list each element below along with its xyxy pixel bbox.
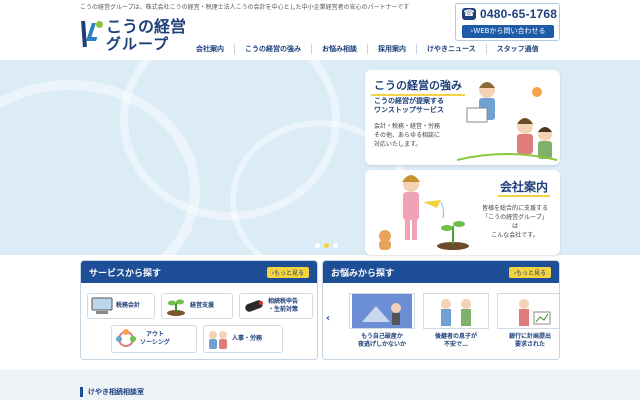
- worries-panel-title: お悩みから探す: [331, 268, 395, 279]
- sprout-icon: [162, 294, 190, 318]
- tagline: こうの経営グループは、株式会社こうの経営・税理士法人こうの会計を中心とした中小企…: [80, 4, 410, 11]
- slider-dot-active[interactable]: [324, 243, 329, 248]
- worried-man-icon: [349, 293, 415, 329]
- nav-item-news[interactable]: けやきニュース: [417, 44, 487, 54]
- slider-dot[interactable]: [333, 243, 338, 248]
- strengths-card[interactable]: こうの経営の強み こうの経営が提案する ワンストップサービス 会計・税務・経営・…: [365, 70, 560, 165]
- strengths-card-subtitle: こうの経営が提案する ワンストップサービス: [374, 97, 444, 114]
- services-panel-title: サービスから探す: [89, 268, 162, 279]
- inheritance-consult-heading[interactable]: けやき相続相談室: [80, 387, 144, 397]
- site-logo[interactable]: こうの経営 グループ: [80, 15, 190, 55]
- family-icon: [423, 293, 489, 329]
- service-management-support[interactable]: 経営支援: [161, 293, 233, 319]
- nav-item-consult[interactable]: お悩み相談: [312, 44, 368, 54]
- company-card-title: 会社案内: [497, 178, 550, 197]
- scroll-icon: [240, 294, 268, 318]
- services-panel-header: サービスから探す ›もっと見る: [81, 261, 317, 283]
- logo-text-line1: こうの経営: [106, 16, 187, 36]
- service-tax-accounting[interactable]: 税務会計: [87, 293, 155, 319]
- worries-panel: お悩みから探す ›もっと見る ‹ › もう自己破産か夜逃げしかないか 後継者の息…: [322, 260, 560, 360]
- worries-more-button[interactable]: ›もっと見る: [508, 266, 551, 278]
- successor-caption-line1: 後継者の息子が: [434, 333, 477, 340]
- web-contact-label: WEBから問い合わせる: [473, 27, 546, 35]
- gardener-illustration-icon: [379, 175, 469, 250]
- logo-text-line2: グループ: [106, 34, 170, 53]
- phone-number-text: 0480-65-1768: [480, 7, 558, 21]
- slider-dots: [315, 243, 338, 248]
- computer-icon: [88, 294, 116, 318]
- inheritance-label-line1: 相続税申告: [268, 298, 299, 305]
- bank-caption-line1: 銀行に計画提出: [508, 333, 551, 340]
- phone-icon: ☎: [462, 8, 476, 20]
- nav-item-staff[interactable]: スタッフ通信: [487, 44, 549, 54]
- nav-item-company[interactable]: 会社案内: [186, 44, 235, 54]
- worries-panel-header: お悩みから探す ›もっと見る: [323, 261, 559, 283]
- nav-item-strengths[interactable]: こうの経営の強み: [235, 44, 312, 54]
- worry-item-successor[interactable]: 後継者の息子が 不安で…: [423, 293, 489, 349]
- company-card-body: 皆様を総合的に支援する 「こうの経営グループ」は こんな会社です。: [481, 205, 548, 239]
- service-inheritance[interactable]: 相続税申告 ・生前対策: [239, 293, 313, 319]
- consultants-illustration-icon: [457, 82, 557, 161]
- bankruptcy-caption-line1: もう自己破産か: [361, 333, 403, 340]
- main-nav: 会社案内 こうの経営の強み お悩み相談 採用案内 けやきニュース スタッフ通信: [186, 44, 549, 54]
- worry-item-bank-plan[interactable]: 銀行に計画提出 要求された: [497, 293, 559, 349]
- successor-caption-line2: 不安で…: [443, 341, 468, 348]
- outsourcing-label-line2: ソーシング: [140, 339, 170, 346]
- company-card[interactable]: 会社案内 皆様を総合的に支援する 「こうの経営グループ」は こんな会社です。: [365, 170, 560, 255]
- service-hr-labor[interactable]: 人事・労務: [203, 325, 283, 353]
- service-outsourcing[interactable]: アウト ソーシング: [111, 325, 197, 353]
- web-contact-button[interactable]: ›WEBから問い合わせる: [462, 25, 554, 38]
- bankruptcy-caption-line2: 夜逃げしかないか: [357, 341, 406, 348]
- carousel-prev-icon[interactable]: ‹: [326, 313, 330, 324]
- slider-dot[interactable]: [315, 243, 320, 248]
- worry-item-bankruptcy[interactable]: もう自己破産か 夜逃げしかないか: [349, 293, 415, 349]
- cycle-icon: [112, 327, 140, 351]
- strengths-card-title: こうの経営の強み: [371, 76, 465, 96]
- people-icon: [204, 327, 232, 351]
- services-panel: サービスから探す ›もっと見る 税務会計 経営支援 相続税申告 ・生前対策 アウト…: [80, 260, 318, 360]
- bank-icon: [497, 293, 559, 329]
- strengths-card-body: 会計・税務・経営・労務 その他、あらゆる相談に 対応いたします。: [374, 123, 441, 148]
- contact-box: ☎ 0480-65-1768 ›WEBから問い合わせる: [455, 3, 560, 41]
- bank-caption-line2: 要求された: [514, 341, 545, 348]
- logo-mark-icon: [80, 17, 106, 53]
- outsourcing-label-line1: アウト: [145, 331, 164, 338]
- inheritance-label-line2: ・生前対策: [268, 306, 299, 313]
- services-more-button[interactable]: ›もっと見る: [266, 266, 309, 278]
- nav-item-recruit[interactable]: 採用案内: [368, 44, 417, 54]
- phone-number[interactable]: ☎ 0480-65-1768: [462, 7, 557, 21]
